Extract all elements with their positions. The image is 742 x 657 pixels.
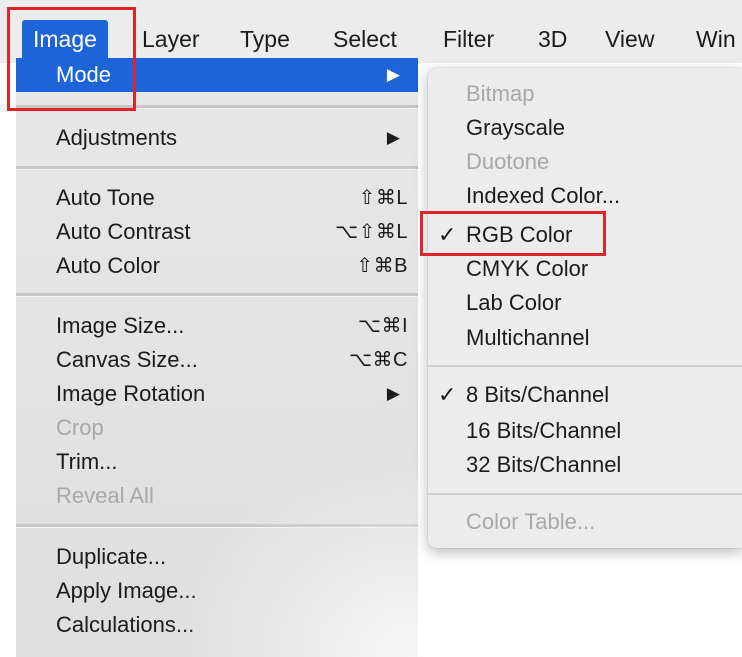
menu-item-trim[interactable]: Trim... <box>16 445 418 479</box>
mode-submenu: Bitmap Grayscale Duotone Indexed Color..… <box>428 68 742 548</box>
menu-item-label: Adjustments <box>56 125 178 150</box>
submenu-item-bitmap: Bitmap <box>428 77 742 111</box>
submenu-item-label: Indexed Color... <box>466 183 621 208</box>
submenu-item-label: Duotone <box>466 149 550 174</box>
menu-separator <box>16 166 418 170</box>
menubar-item-image[interactable]: Image <box>22 20 108 58</box>
menu-item-canvas-size[interactable]: Canvas Size... ⌥⌘C <box>16 343 418 377</box>
menu-item-label: Auto Tone <box>56 185 155 210</box>
menu-bar: Image Layer Type Select Filter 3D View W… <box>0 0 742 63</box>
submenu-item-multichannel[interactable]: Multichannel <box>428 321 742 355</box>
submenu-item-label: CMYK Color <box>466 256 589 281</box>
shortcut-label: ⇧⌘L <box>358 187 408 209</box>
menu-item-crop: Crop <box>16 411 418 445</box>
menubar-item-layer[interactable]: Layer <box>131 20 211 58</box>
menu-item-auto-tone[interactable]: Auto Tone ⇧⌘L <box>16 181 418 215</box>
submenu-item-rgb-color[interactable]: ✓ RGB Color <box>428 218 742 252</box>
submenu-item-grayscale[interactable]: Grayscale <box>428 111 742 145</box>
submenu-item-label: RGB Color <box>466 222 573 247</box>
menubar-item-type[interactable]: Type <box>229 20 301 58</box>
checkmark-icon: ✓ <box>438 382 457 407</box>
submenu-arrow-icon: ▶ <box>386 128 400 147</box>
menu-item-calculations[interactable]: Calculations... <box>16 608 418 642</box>
menu-item-label: Image Rotation <box>56 381 206 406</box>
menu-item-label: Reveal All <box>56 483 154 508</box>
image-menu: Mode ▶ Adjustments ▶ Auto Tone ⇧⌘L Auto … <box>16 58 418 657</box>
shortcut-label: ⌥⇧⌘L <box>335 221 408 243</box>
menu-item-duplicate[interactable]: Duplicate... <box>16 540 418 574</box>
submenu-item-16-bits[interactable]: 16 Bits/Channel <box>428 414 742 448</box>
submenu-separator <box>428 493 742 495</box>
submenu-item-indexed-color[interactable]: Indexed Color... <box>428 179 742 213</box>
submenu-item-cmyk-color[interactable]: CMYK Color <box>428 252 742 286</box>
menu-item-auto-contrast[interactable]: Auto Contrast ⌥⇧⌘L <box>16 215 418 249</box>
submenu-item-8-bits[interactable]: ✓ 8 Bits/Channel <box>428 378 742 412</box>
shortcut-label: ⌥⌘C <box>349 349 408 371</box>
submenu-item-label: Grayscale <box>466 115 566 140</box>
menu-item-label: Auto Contrast <box>56 219 191 244</box>
menu-item-label: Duplicate... <box>56 544 167 569</box>
menu-item-image-rotation[interactable]: Image Rotation ▶ <box>16 377 418 411</box>
submenu-item-label: 16 Bits/Channel <box>466 418 622 443</box>
menu-item-label: Canvas Size... <box>56 347 198 372</box>
submenu-arrow-icon: ▶ <box>386 65 400 84</box>
menu-item-label: Image Size... <box>56 313 185 338</box>
menubar-item-3d[interactable]: 3D <box>527 20 578 58</box>
menubar-item-select[interactable]: Select <box>322 20 408 58</box>
submenu-item-32-bits[interactable]: 32 Bits/Channel <box>428 448 742 482</box>
menu-separator <box>16 293 418 297</box>
menu-item-mode[interactable]: Mode ▶ <box>16 58 418 92</box>
submenu-item-duotone: Duotone <box>428 145 742 179</box>
submenu-item-label: Lab Color <box>466 290 562 315</box>
menu-item-label: Crop <box>56 415 104 440</box>
menu-separator <box>16 105 418 109</box>
menu-item-auto-color[interactable]: Auto Color ⇧⌘B <box>16 249 418 283</box>
menu-item-label: Calculations... <box>56 612 195 637</box>
menu-item-image-size[interactable]: Image Size... ⌥⌘I <box>16 309 418 343</box>
menu-item-label: Mode <box>56 62 112 87</box>
menu-item-label: Apply Image... <box>56 578 197 603</box>
submenu-item-color-table: Color Table... <box>428 505 742 539</box>
menubar-item-filter[interactable]: Filter <box>432 20 505 58</box>
menu-separator <box>16 524 418 528</box>
submenu-item-label: 8 Bits/Channel <box>466 382 610 407</box>
shortcut-label: ⌥⌘I <box>357 315 408 337</box>
menu-item-adjustments[interactable]: Adjustments ▶ <box>16 121 418 155</box>
menubar-item-view[interactable]: View <box>594 20 665 58</box>
menu-item-apply-image[interactable]: Apply Image... <box>16 574 418 608</box>
submenu-arrow-icon: ▶ <box>386 384 400 403</box>
menubar-item-window[interactable]: Win <box>685 20 742 58</box>
submenu-item-label: Multichannel <box>466 325 590 350</box>
submenu-separator <box>428 365 742 367</box>
submenu-item-label: 32 Bits/Channel <box>466 452 622 477</box>
checkmark-icon: ✓ <box>438 222 457 247</box>
submenu-item-label: Color Table... <box>466 509 596 534</box>
shortcut-label: ⇧⌘B <box>356 255 408 277</box>
menu-item-reveal-all: Reveal All <box>16 479 418 513</box>
menu-item-label: Auto Color <box>56 253 160 278</box>
submenu-item-label: Bitmap <box>466 81 535 106</box>
menu-item-label: Trim... <box>56 449 118 474</box>
submenu-item-lab-color[interactable]: Lab Color <box>428 286 742 320</box>
